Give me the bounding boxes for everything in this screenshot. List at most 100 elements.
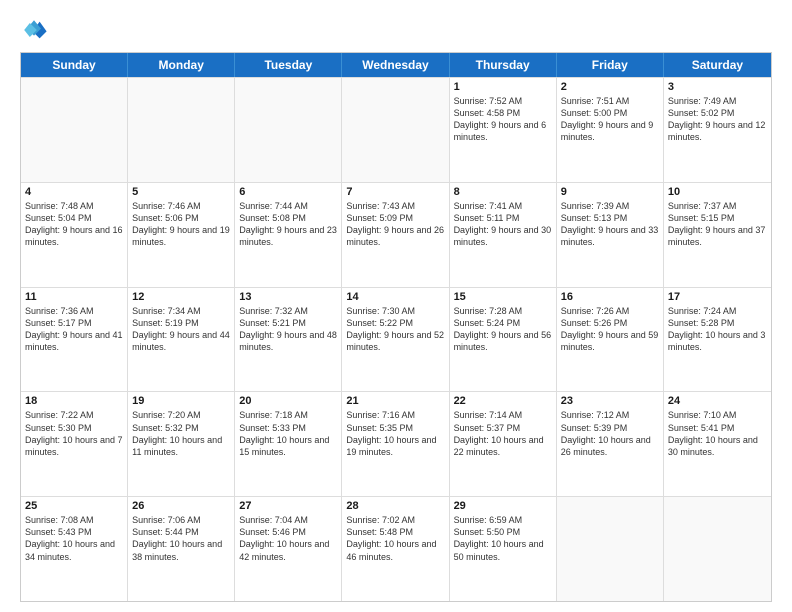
day-info: Sunrise: 7:49 AM Sunset: 5:02 PM Dayligh… [668,95,767,144]
cal-cell-r0-c1 [128,78,235,182]
day-info: Sunrise: 7:20 AM Sunset: 5:32 PM Dayligh… [132,409,230,458]
day-info: Sunrise: 7:12 AM Sunset: 5:39 PM Dayligh… [561,409,659,458]
calendar-body: 1 Sunrise: 7:52 AM Sunset: 4:58 PM Daylig… [21,77,771,601]
cal-row-1: 4 Sunrise: 7:48 AM Sunset: 5:04 PM Daylig… [21,182,771,287]
day-number: 22 [454,395,552,407]
day-info: Sunrise: 7:34 AM Sunset: 5:19 PM Dayligh… [132,305,230,354]
cal-cell-r3-c2: 20 Sunrise: 7:18 AM Sunset: 5:33 PM Dayli… [235,392,342,496]
day-info: Sunrise: 7:43 AM Sunset: 5:09 PM Dayligh… [346,200,444,249]
cal-row-2: 11 Sunrise: 7:36 AM Sunset: 5:17 PM Dayli… [21,287,771,392]
cal-cell-r1-c3: 7 Sunrise: 7:43 AM Sunset: 5:09 PM Daylig… [342,183,449,287]
day-info: Sunrise: 7:26 AM Sunset: 5:26 PM Dayligh… [561,305,659,354]
cal-cell-r3-c1: 19 Sunrise: 7:20 AM Sunset: 5:32 PM Dayli… [128,392,235,496]
cal-cell-r1-c5: 9Sunrise: 7:39 AM Sunset: 5:13 PM Daylig… [557,183,664,287]
day-info: Sunrise: 7:28 AM Sunset: 5:24 PM Dayligh… [454,305,552,354]
day-info: Sunrise: 7:46 AM Sunset: 5:06 PM Dayligh… [132,200,230,249]
day-number: 16 [561,291,659,303]
day-number: 26 [132,500,230,512]
cal-cell-r2-c4: 15 Sunrise: 7:28 AM Sunset: 5:24 PM Dayli… [450,288,557,392]
logo-icon [20,16,48,44]
cal-cell-r4-c1: 26 Sunrise: 7:06 AM Sunset: 5:44 PM Dayli… [128,497,235,601]
day-number: 12 [132,291,230,303]
cal-cell-r0-c3 [342,78,449,182]
day-number: 19 [132,395,230,407]
calendar: SundayMondayTuesdayWednesdayThursdayFrid… [20,52,772,602]
day-number: 1 [454,81,552,93]
day-info: Sunrise: 7:51 AM Sunset: 5:00 PM Dayligh… [561,95,659,144]
day-info: Sunrise: 7:06 AM Sunset: 5:44 PM Dayligh… [132,514,230,563]
day-number: 8 [454,186,552,198]
cal-cell-r4-c4: 29 Sunrise: 6:59 AM Sunset: 5:50 PM Dayli… [450,497,557,601]
day-number: 24 [668,395,767,407]
cal-cell-r3-c3: 21 Sunrise: 7:16 AM Sunset: 5:35 PM Dayli… [342,392,449,496]
day-info: Sunrise: 7:24 AM Sunset: 5:28 PM Dayligh… [668,305,767,354]
cal-header-friday: Friday [557,53,664,77]
cal-row-0: 1 Sunrise: 7:52 AM Sunset: 4:58 PM Daylig… [21,77,771,182]
day-info: Sunrise: 7:37 AM Sunset: 5:15 PM Dayligh… [668,200,767,249]
day-number: 29 [454,500,552,512]
cal-cell-r2-c3: 14 Sunrise: 7:30 AM Sunset: 5:22 PM Dayli… [342,288,449,392]
cal-cell-r0-c5: 2 Sunrise: 7:51 AM Sunset: 5:00 PM Daylig… [557,78,664,182]
day-number: 11 [25,291,123,303]
cal-cell-r0-c2 [235,78,342,182]
day-number: 6 [239,186,337,198]
day-info: Sunrise: 7:16 AM Sunset: 5:35 PM Dayligh… [346,409,444,458]
cal-header-thursday: Thursday [450,53,557,77]
day-number: 18 [25,395,123,407]
day-number: 25 [25,500,123,512]
day-number: 21 [346,395,444,407]
cal-header-monday: Monday [128,53,235,77]
cal-header-tuesday: Tuesday [235,53,342,77]
day-info: Sunrise: 7:30 AM Sunset: 5:22 PM Dayligh… [346,305,444,354]
day-info: Sunrise: 6:59 AM Sunset: 5:50 PM Dayligh… [454,514,552,563]
cal-cell-r4-c0: 25 Sunrise: 7:08 AM Sunset: 5:43 PM Dayli… [21,497,128,601]
day-info: Sunrise: 7:22 AM Sunset: 5:30 PM Dayligh… [25,409,123,458]
cal-cell-r1-c2: 6Sunrise: 7:44 AM Sunset: 5:08 PM Daylig… [235,183,342,287]
cal-cell-r0-c4: 1 Sunrise: 7:52 AM Sunset: 4:58 PM Daylig… [450,78,557,182]
day-number: 10 [668,186,767,198]
day-number: 28 [346,500,444,512]
cal-cell-r2-c0: 11 Sunrise: 7:36 AM Sunset: 5:17 PM Dayli… [21,288,128,392]
day-info: Sunrise: 7:36 AM Sunset: 5:17 PM Dayligh… [25,305,123,354]
day-number: 5 [132,186,230,198]
day-info: Sunrise: 7:52 AM Sunset: 4:58 PM Dayligh… [454,95,552,144]
cal-row-3: 18 Sunrise: 7:22 AM Sunset: 5:30 PM Dayli… [21,391,771,496]
day-number: 20 [239,395,337,407]
day-info: Sunrise: 7:08 AM Sunset: 5:43 PM Dayligh… [25,514,123,563]
cal-cell-r4-c6 [664,497,771,601]
day-info: Sunrise: 7:04 AM Sunset: 5:46 PM Dayligh… [239,514,337,563]
cal-cell-r0-c6: 3Sunrise: 7:49 AM Sunset: 5:02 PM Daylig… [664,78,771,182]
calendar-header-row: SundayMondayTuesdayWednesdayThursdayFrid… [21,53,771,77]
day-number: 15 [454,291,552,303]
day-info: Sunrise: 7:18 AM Sunset: 5:33 PM Dayligh… [239,409,337,458]
day-info: Sunrise: 7:02 AM Sunset: 5:48 PM Dayligh… [346,514,444,563]
cal-cell-r2-c5: 16 Sunrise: 7:26 AM Sunset: 5:26 PM Dayli… [557,288,664,392]
cal-header-wednesday: Wednesday [342,53,449,77]
day-info: Sunrise: 7:41 AM Sunset: 5:11 PM Dayligh… [454,200,552,249]
cal-cell-r2-c2: 13 Sunrise: 7:32 AM Sunset: 5:21 PM Dayli… [235,288,342,392]
day-info: Sunrise: 7:14 AM Sunset: 5:37 PM Dayligh… [454,409,552,458]
cal-cell-r3-c6: 24Sunrise: 7:10 AM Sunset: 5:41 PM Dayli… [664,392,771,496]
cal-cell-r2-c1: 12 Sunrise: 7:34 AM Sunset: 5:19 PM Dayli… [128,288,235,392]
cal-cell-r3-c0: 18 Sunrise: 7:22 AM Sunset: 5:30 PM Dayli… [21,392,128,496]
cal-cell-r1-c4: 8 Sunrise: 7:41 AM Sunset: 5:11 PM Daylig… [450,183,557,287]
cal-cell-r1-c6: 10 Sunrise: 7:37 AM Sunset: 5:15 PM Dayli… [664,183,771,287]
day-number: 7 [346,186,444,198]
header [20,16,772,44]
day-number: 2 [561,81,659,93]
day-number: 27 [239,500,337,512]
day-number: 17 [668,291,767,303]
day-number: 23 [561,395,659,407]
cal-cell-r4-c5 [557,497,664,601]
day-info: Sunrise: 7:48 AM Sunset: 5:04 PM Dayligh… [25,200,123,249]
day-number: 4 [25,186,123,198]
cal-header-sunday: Sunday [21,53,128,77]
cal-cell-r1-c1: 5 Sunrise: 7:46 AM Sunset: 5:06 PM Daylig… [128,183,235,287]
cal-cell-r3-c4: 22 Sunrise: 7:14 AM Sunset: 5:37 PM Dayli… [450,392,557,496]
day-info: Sunrise: 7:32 AM Sunset: 5:21 PM Dayligh… [239,305,337,354]
cal-cell-r4-c3: 28 Sunrise: 7:02 AM Sunset: 5:48 PM Dayli… [342,497,449,601]
logo [20,16,52,44]
day-number: 14 [346,291,444,303]
cal-cell-r2-c6: 17 Sunrise: 7:24 AM Sunset: 5:28 PM Dayli… [664,288,771,392]
day-number: 13 [239,291,337,303]
